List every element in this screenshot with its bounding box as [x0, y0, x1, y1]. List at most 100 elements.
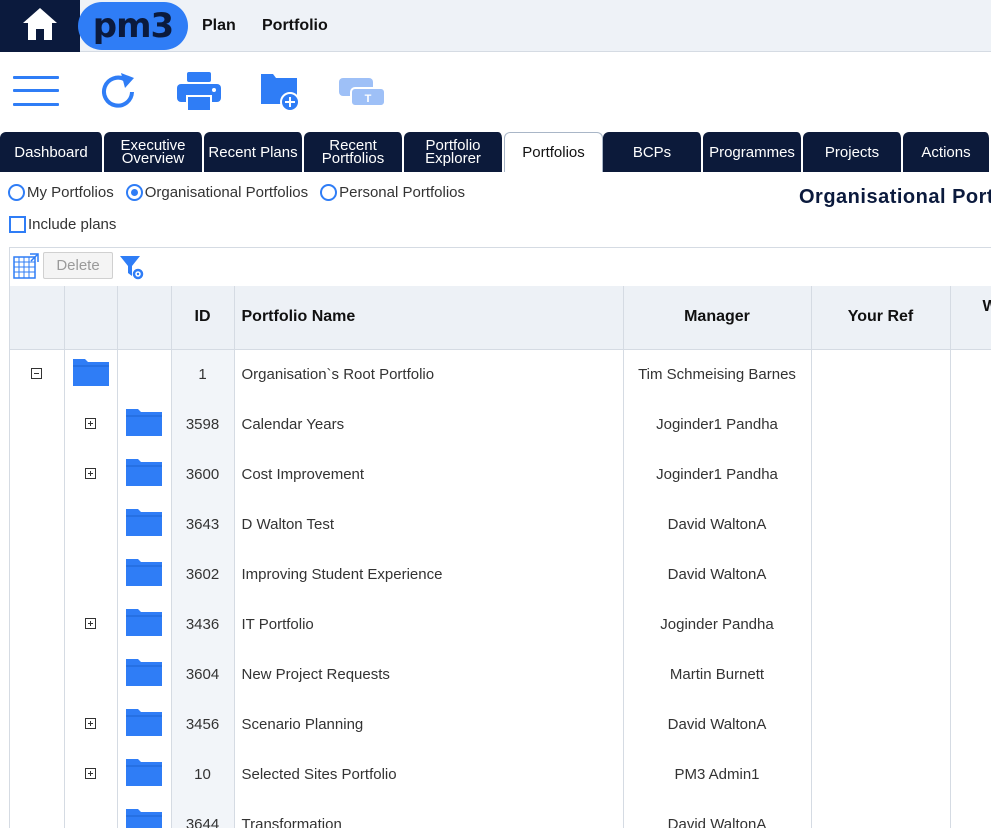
tab-recent-portfolios[interactable]: Recent Portfolios — [304, 132, 404, 172]
expand-cell — [10, 399, 65, 449]
portfolio-name-cell[interactable]: New Project Requests — [234, 649, 624, 699]
expand-plus-icon[interactable] — [85, 617, 96, 629]
folder-cell-level-1 — [117, 649, 172, 699]
column-header-w[interactable]: W — [950, 286, 991, 350]
portfolio-name-cell[interactable]: D Walton Test — [234, 499, 624, 549]
filter-settings-icon[interactable] — [119, 254, 145, 285]
portfolio-table: ID Portfolio Name Manager Your Ref W 1Or… — [10, 286, 991, 828]
nav-link-plan[interactable]: Plan — [202, 17, 236, 35]
your-ref-cell — [811, 399, 951, 449]
radio-personal-portfolios[interactable] — [320, 184, 338, 201]
portfolio-name-cell[interactable]: IT Portfolio — [234, 599, 624, 649]
w-cell — [950, 399, 991, 449]
tab-dashboard[interactable]: Dashboard — [0, 132, 104, 172]
column-header-manager[interactable]: Manager — [623, 286, 812, 350]
tab-portfolios[interactable]: Portfolios — [504, 132, 603, 172]
folder-cell-level-0 — [64, 349, 118, 399]
folder-icon[interactable] — [125, 407, 163, 441]
pm3-logo[interactable]: pm3 — [78, 2, 188, 50]
column-header-id[interactable]: ID — [171, 286, 235, 350]
folder-cell-level-1 — [117, 699, 172, 749]
tab-bcps[interactable]: BCPs — [603, 132, 703, 172]
portfolio-name-cell[interactable]: Cost Improvement — [234, 449, 624, 499]
folder-icon[interactable] — [125, 557, 163, 591]
folder-cell-level-1 — [117, 349, 172, 399]
manager-cell: Joginder1 Pandha — [623, 399, 812, 449]
expand-plus-icon[interactable] — [85, 417, 96, 429]
radio-label-personal-portfolios[interactable]: Personal Portfolios — [339, 184, 465, 201]
table-row[interactable]: 10 Selected Sites Portfolio PM3 Admin1 — [10, 749, 991, 799]
radio-my-portfolios[interactable] — [8, 184, 25, 201]
manager-cell: Tim Schmeising Barnes — [623, 349, 812, 399]
tab-actions[interactable]: Actions — [903, 132, 991, 172]
your-ref-cell — [811, 749, 951, 799]
your-ref-cell — [811, 499, 951, 549]
radio-label-organisational-portfolios[interactable]: Organisational Portfolios — [145, 184, 308, 201]
table-row[interactable]: 3602 Improving Student Experience David Wa… — [10, 549, 991, 599]
folder-icon[interactable] — [125, 707, 163, 741]
table-row[interactable]: 3644 Transformation David WaltonA — [10, 799, 991, 828]
tab-programmes[interactable]: Programmes — [703, 132, 803, 172]
table-row[interactable]: 3604 New Project Requests Martin Burnett — [10, 649, 991, 699]
table-body: 1 Organisation`s Root Portfolio Tim Schmei… — [10, 349, 991, 828]
table-row[interactable]: 1 Organisation`s Root Portfolio Tim Schmei… — [10, 349, 991, 399]
folder-cell-level-0 — [64, 699, 118, 749]
portfolio-name-cell[interactable]: Selected Sites Portfolio — [234, 749, 624, 799]
refresh-icon[interactable] — [97, 71, 139, 118]
table-row[interactable]: 3436 IT Portfolio Joginder Pandha — [10, 599, 991, 649]
hamburger-menu-icon[interactable] — [13, 75, 59, 112]
id-cell: 3598 — [171, 399, 235, 449]
delete-button[interactable]: Delete — [43, 252, 113, 279]
folder-icon[interactable] — [125, 607, 163, 641]
folder-icon[interactable] — [72, 357, 110, 391]
radio-organisational-portfolios[interactable] — [125, 184, 143, 201]
table-row[interactable]: 3600 Cost Improvement Joginder1 Pandha — [10, 449, 991, 499]
folder-icon[interactable] — [125, 457, 163, 491]
portfolio-name-cell[interactable]: Transformation — [234, 799, 624, 828]
tab-bar: Dashboard Executive Overview Recent Plan… — [0, 132, 991, 172]
tab-executive-overview[interactable]: Executive Overview — [104, 132, 204, 172]
tab-recent-plans[interactable]: Recent Plans — [204, 132, 304, 172]
your-ref-cell — [811, 699, 951, 749]
folder-icon[interactable] — [125, 657, 163, 691]
print-icon[interactable] — [177, 72, 221, 117]
expand-cell — [10, 349, 65, 399]
expand-plus-icon[interactable] — [85, 467, 96, 479]
collapse-minus-icon[interactable] — [31, 367, 43, 379]
new-folder-icon[interactable] — [260, 70, 300, 117]
export-grid-icon[interactable] — [13, 253, 39, 284]
your-ref-cell — [811, 599, 951, 649]
expand-plus-icon[interactable] — [85, 767, 96, 779]
table-row[interactable]: 3456 Scenario Planning David WaltonA — [10, 699, 991, 749]
column-header-your-ref[interactable]: Your Ref — [811, 286, 951, 350]
home-button[interactable] — [0, 0, 80, 52]
tab-portfolio-explorer[interactable]: Portfolio Explorer — [404, 132, 504, 172]
portfolio-name-cell[interactable]: Calendar Years — [234, 399, 624, 449]
folder-icon[interactable] — [125, 507, 163, 541]
portfolio-name-cell[interactable]: Organisation`s Root Portfolio — [234, 349, 624, 399]
folder-cell-level-0 — [64, 499, 118, 549]
nav-link-portfolio[interactable]: Portfolio — [262, 17, 328, 35]
expand-cell — [10, 549, 65, 599]
id-cell: 3644 — [171, 799, 235, 828]
tab-projects[interactable]: Projects — [803, 132, 903, 172]
include-plans-checkbox[interactable] — [9, 216, 26, 233]
folder-cell-level-0 — [64, 749, 118, 799]
table-row[interactable]: 3598 Calendar Years Joginder1 Pandha — [10, 399, 991, 449]
expand-plus-icon[interactable] — [85, 717, 96, 729]
w-cell — [950, 649, 991, 699]
manager-cell: David WaltonA — [623, 549, 812, 599]
manager-cell: Joginder Pandha — [623, 599, 812, 649]
folder-cell-level-1 — [117, 549, 172, 599]
text-boxes-icon[interactable]: T — [339, 76, 386, 113]
id-cell: 1 — [171, 349, 235, 399]
table-row[interactable]: 3643 D Walton Test David WaltonA — [10, 499, 991, 549]
manager-cell: PM3 Admin1 — [623, 749, 812, 799]
radio-label-my-portfolios[interactable]: My Portfolios — [27, 184, 114, 201]
portfolio-name-cell[interactable]: Scenario Planning — [234, 699, 624, 749]
include-plans-label[interactable]: Include plans — [28, 216, 116, 233]
column-header-portfolio-name[interactable]: Portfolio Name — [234, 286, 624, 350]
folder-icon[interactable] — [125, 807, 163, 828]
portfolio-name-cell[interactable]: Improving Student Experience — [234, 549, 624, 599]
folder-icon[interactable] — [125, 757, 163, 791]
